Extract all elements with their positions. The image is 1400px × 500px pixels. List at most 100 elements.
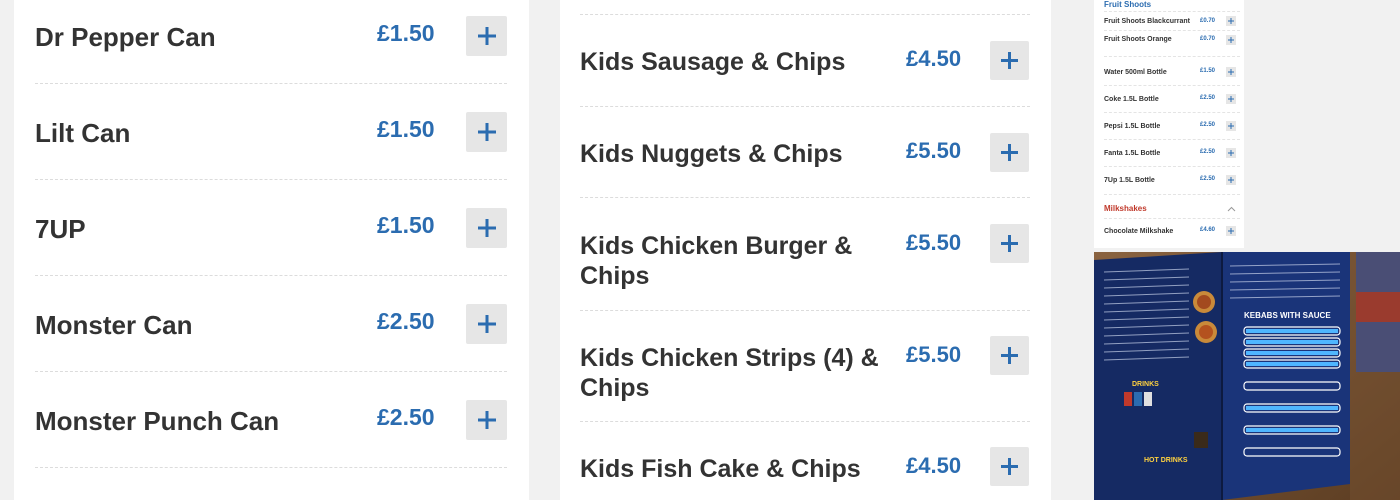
item-price: £2.50 <box>377 308 435 334</box>
menu-item: Lilt Can £1.50 <box>14 96 529 180</box>
divider <box>35 371 507 372</box>
divider <box>1104 11 1240 12</box>
plus-icon <box>477 27 496 45</box>
add-button[interactable] <box>466 304 507 344</box>
add-button[interactable] <box>1226 148 1236 158</box>
item-name: Water 500ml Bottle <box>1104 69 1167 76</box>
divider <box>580 14 1030 15</box>
plus-icon <box>477 315 496 333</box>
add-button[interactable] <box>466 16 507 56</box>
drinks-panel: Dr Pepper Can £1.50 Lilt Can £1.50 7UP £… <box>14 0 529 500</box>
add-button[interactable] <box>1226 94 1236 104</box>
section-title-fruit-shoots[interactable]: Fruit Shoots <box>1104 0 1151 9</box>
item-name: Monster Punch Can <box>35 406 280 436</box>
add-button[interactable] <box>990 133 1029 172</box>
menu-photo: KEBABS WITH SAUCE DRINKS HOT DRINKS <box>1094 252 1400 500</box>
divider <box>35 179 507 180</box>
item-price: £0.70 <box>1200 36 1216 42</box>
divider <box>1104 112 1240 113</box>
divider <box>580 310 1030 311</box>
add-button[interactable] <box>1226 175 1236 185</box>
photo-heading: HOT DRINKS <box>1144 457 1188 464</box>
add-button[interactable] <box>1226 67 1236 77</box>
plus-icon <box>1228 228 1234 234</box>
plus-icon <box>1228 96 1234 102</box>
item-price: £2.50 <box>1200 149 1216 155</box>
plus-icon <box>1228 69 1234 75</box>
add-button[interactable] <box>1226 226 1236 236</box>
item-name: Coke 1.5L Bottle <box>1104 96 1159 103</box>
divider <box>580 421 1030 422</box>
add-button[interactable] <box>466 208 507 248</box>
plus-icon <box>1228 18 1234 24</box>
chevron-up-icon[interactable] <box>1227 206 1236 212</box>
add-button[interactable] <box>466 400 507 440</box>
item-name: Fanta 1.5L Bottle <box>1104 150 1161 157</box>
item-name: Fruit Shoots Orange <box>1104 36 1172 43</box>
item-price: £4.50 <box>906 46 962 71</box>
item-price: £5.50 <box>906 342 962 367</box>
menu-photo-image: KEBABS WITH SAUCE DRINKS HOT DRINKS <box>1094 252 1400 500</box>
divider <box>1104 30 1240 31</box>
divider <box>35 275 507 276</box>
item-price: £5.50 <box>906 138 962 163</box>
plus-icon <box>477 411 496 429</box>
item-price: £5.50 <box>906 230 962 255</box>
item-price: £4.50 <box>906 453 962 478</box>
add-button[interactable] <box>1226 121 1236 131</box>
item-name: Kids Chicken Burger & Chips <box>580 232 853 290</box>
divider <box>1104 218 1240 219</box>
item-price: £0.70 <box>1200 18 1216 24</box>
photo-heading: KEBABS WITH SAUCE <box>1244 311 1331 320</box>
item-price: £1.50 <box>377 212 435 238</box>
plus-icon <box>477 123 496 141</box>
plus-icon <box>1001 347 1018 364</box>
divider <box>1104 85 1240 86</box>
add-button[interactable] <box>466 112 507 152</box>
menu-item: 7UP £1.50 <box>14 192 529 276</box>
menu-item: Dr Pepper Can £1.50 <box>14 0 529 84</box>
item-name: Fruit Shoots Blackcurrant <box>1104 18 1190 25</box>
item-price: £2.50 <box>1200 122 1216 128</box>
item-price: £2.50 <box>1200 176 1216 182</box>
item-name: Pepsi 1.5L Bottle <box>1104 123 1161 130</box>
kids-meals-panel: Kids Sausage & Chips £4.50 Kids Nuggets … <box>560 0 1051 500</box>
plus-icon <box>477 219 496 237</box>
item-name: Lilt Can <box>35 118 131 148</box>
add-button[interactable] <box>1226 35 1236 45</box>
item-price: £4.60 <box>1200 227 1216 233</box>
add-button[interactable] <box>990 41 1029 80</box>
item-name: Kids Sausage & Chips <box>580 48 846 76</box>
item-price: £2.50 <box>377 404 435 430</box>
plus-icon <box>1228 123 1234 129</box>
section-title-milkshakes[interactable]: Milkshakes <box>1104 204 1147 213</box>
item-price: £2.50 <box>1200 95 1216 101</box>
item-name: Kids Nuggets & Chips <box>580 140 843 168</box>
item-price: £1.50 <box>377 116 435 142</box>
plus-icon <box>1001 52 1018 69</box>
divider <box>1104 194 1240 195</box>
add-button[interactable] <box>990 336 1029 375</box>
divider <box>35 83 507 84</box>
item-name: 7UP <box>35 214 86 244</box>
item-name: 7Up 1.5L Bottle <box>1104 177 1155 184</box>
divider <box>580 197 1030 198</box>
item-name: Monster Can <box>35 310 193 340</box>
item-name: Chocolate Milkshake <box>1104 228 1174 235</box>
item-price: £1.50 <box>1200 68 1216 74</box>
mini-menu-panel: Fruit Shoots Fruit Shoots Blackcurrant £… <box>1094 0 1244 248</box>
add-button[interactable] <box>990 224 1029 263</box>
item-name: Kids Fish Cake & Chips <box>580 455 861 483</box>
plus-icon <box>1228 37 1234 43</box>
plus-icon <box>1228 177 1234 183</box>
add-button[interactable] <box>990 447 1029 486</box>
photo-heading: DRINKS <box>1132 381 1159 388</box>
divider <box>1104 166 1240 167</box>
divider <box>580 106 1030 107</box>
item-name: Dr Pepper Can <box>35 22 216 52</box>
item-name: Kids Chicken Strips (4) & Chips <box>580 344 879 402</box>
item-price: £1.50 <box>377 20 435 46</box>
plus-icon <box>1001 235 1018 252</box>
add-button[interactable] <box>1226 16 1236 26</box>
plus-icon <box>1001 458 1018 475</box>
